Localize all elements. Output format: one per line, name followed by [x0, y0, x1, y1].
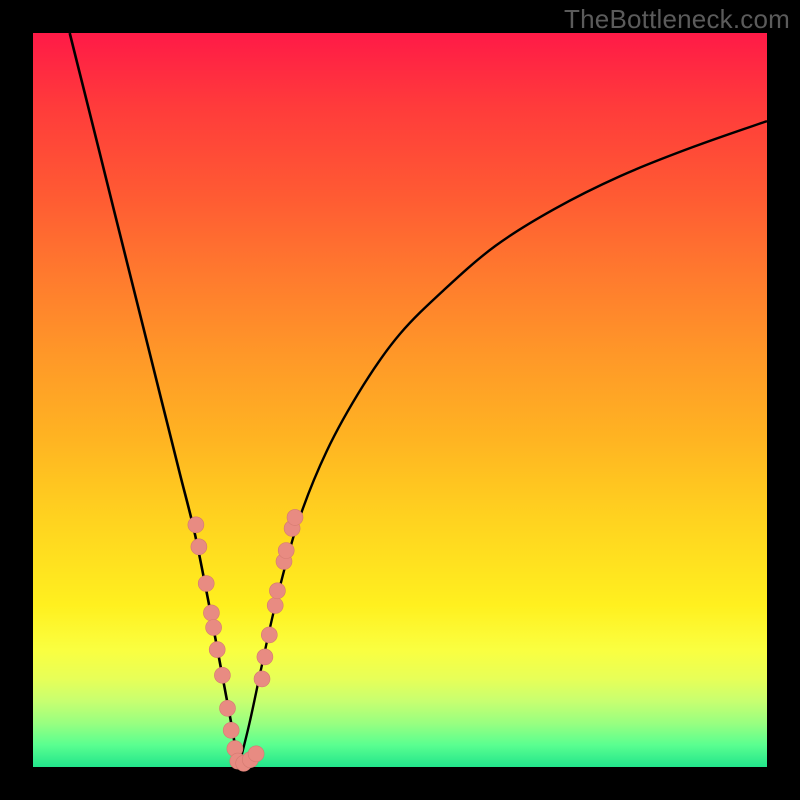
data-marker: [223, 722, 239, 738]
data-marker: [191, 539, 207, 555]
data-marker: [206, 620, 222, 636]
data-marker: [254, 671, 270, 687]
data-markers: [188, 509, 303, 771]
data-marker: [209, 642, 225, 658]
data-marker: [188, 517, 204, 533]
data-marker: [278, 543, 294, 559]
curve-svg: [33, 33, 767, 767]
data-marker: [198, 576, 214, 592]
data-marker: [248, 746, 264, 762]
data-marker: [220, 700, 236, 716]
plot-area: [33, 33, 767, 767]
data-marker: [214, 667, 230, 683]
curve-right-branch: [239, 121, 768, 767]
data-marker: [267, 598, 283, 614]
data-marker: [261, 627, 277, 643]
chart-frame: TheBottleneck.com: [0, 0, 800, 800]
curve-left-branch: [70, 33, 239, 767]
data-marker: [287, 509, 303, 525]
data-marker: [203, 605, 219, 621]
watermark-text: TheBottleneck.com: [564, 4, 790, 35]
data-marker: [269, 583, 285, 599]
data-marker: [257, 649, 273, 665]
